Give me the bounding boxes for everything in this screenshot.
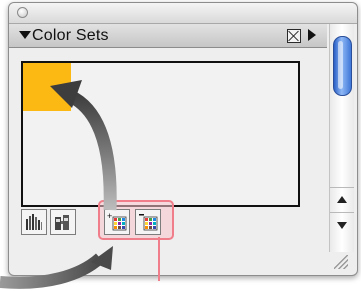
annotation-arrows	[0, 80, 117, 289]
arrow-to-add-button-icon	[0, 246, 113, 289]
arrow-to-swatch-icon	[50, 80, 117, 211]
screenshot-stage: Color Sets +	[0, 0, 361, 291]
